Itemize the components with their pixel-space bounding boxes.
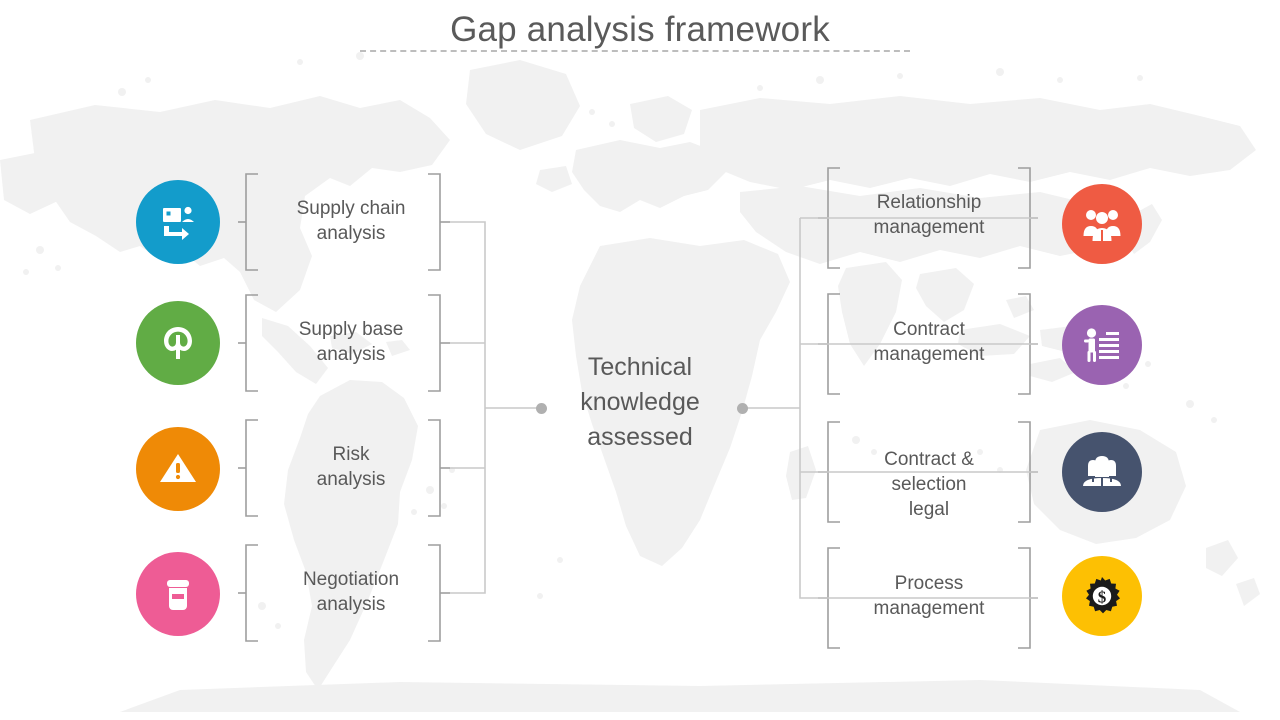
leaf-loop-icon xyxy=(158,323,198,363)
center-line-3: assessed xyxy=(587,423,693,451)
right-icon-circle-2[interactable] xyxy=(1062,305,1142,385)
left-label-1: Supply chain analysis xyxy=(256,196,446,246)
slide-canvas: Gap analysis framework Technical knowled… xyxy=(0,0,1280,720)
person-document-icon xyxy=(1082,326,1122,364)
slide-title-wrapper: Gap analysis framework xyxy=(0,8,1280,52)
center-line-1: Technical xyxy=(587,353,693,381)
left-icon-circle-4[interactable] xyxy=(136,552,220,636)
left-label-2-line-2: analysis xyxy=(316,344,386,365)
right-label-2-line-1: Contract xyxy=(893,319,965,340)
left-icon-circle-1[interactable] xyxy=(136,180,220,264)
right-icon-circle-4[interactable]: $ xyxy=(1062,556,1142,636)
warning-triangle-icon xyxy=(157,448,199,490)
right-label-2-line-2: management xyxy=(873,344,985,365)
right-label-1: Relationship management xyxy=(838,190,1020,240)
page-title: Gap analysis framework xyxy=(450,10,830,49)
left-label-1-line-2: analysis xyxy=(316,223,386,244)
right-label-3-line-1: Contract & xyxy=(884,449,974,470)
left-label-4-line-2: analysis xyxy=(316,594,386,615)
jar-container-icon xyxy=(159,575,197,613)
screen-share-user-icon xyxy=(158,202,198,242)
right-icon-circle-1[interactable] xyxy=(1062,184,1142,264)
right-label-4-line-2: management xyxy=(873,598,985,619)
left-label-2: Supply base analysis xyxy=(256,317,446,367)
title-divider xyxy=(360,50,910,52)
right-label-3: Contract & selection legal xyxy=(838,447,1020,522)
left-icon-circle-3[interactable] xyxy=(136,427,220,511)
center-node-label: Technical knowledge assessed xyxy=(540,350,740,455)
left-label-4: Negotiation analysis xyxy=(256,567,446,617)
right-icon-circle-3[interactable] xyxy=(1062,432,1142,512)
right-label-1-line-2: management xyxy=(873,217,985,238)
left-label-1-line-1: Supply chain xyxy=(296,198,406,219)
right-label-2: Contract management xyxy=(838,317,1020,367)
left-label-3-line-2: analysis xyxy=(316,469,386,490)
right-label-3-line-3: legal xyxy=(908,499,950,520)
left-label-3: Risk analysis xyxy=(256,442,446,492)
left-label-4-line-1: Negotiation xyxy=(302,569,400,590)
left-icon-circle-2[interactable] xyxy=(136,301,220,385)
gear-dollar-icon: $ xyxy=(1081,575,1123,617)
left-label-3-line-1: Risk xyxy=(332,444,370,465)
right-label-4-line-1: Process xyxy=(894,573,964,594)
svg-text:$: $ xyxy=(1098,588,1107,607)
team-group-icon xyxy=(1081,454,1123,490)
center-line-2: knowledge xyxy=(580,388,700,416)
left-label-2-line-1: Supply base xyxy=(298,319,404,340)
right-label-3-line-2: selection xyxy=(891,474,967,495)
right-label-1-line-1: Relationship xyxy=(876,192,982,213)
people-group-icon xyxy=(1082,205,1122,243)
right-label-4: Process management xyxy=(838,571,1020,621)
